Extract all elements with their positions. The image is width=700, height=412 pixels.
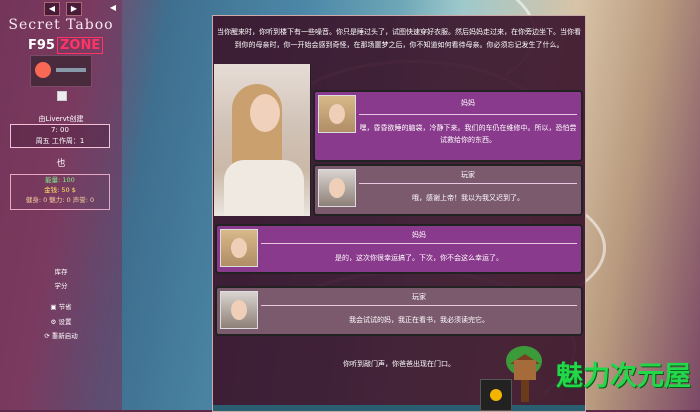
speaker-divider [261,243,577,244]
speaker-divider [359,183,577,184]
patreon-wordmark [56,68,86,72]
back-button[interactable]: ◀ [44,2,60,16]
speaker-divider [359,114,577,115]
time-box: 7: 00 周五 工作周：1 [10,124,110,148]
speaker-name: 玩家 [412,293,426,301]
speaker-divider [261,305,577,306]
dialogue-bubble-mom: 妈妈 是的，这次你很幸运搞了。下次，你不会这么幸运了。 [215,224,583,274]
intro-text: 当你醒来时，你听到楼下有一些噪音。你只是睡过头了，试图快速穿好衣服。然后妈妈走过… [217,28,581,49]
player-avatar [318,169,356,207]
portrait-face [250,94,280,132]
treehouse-icon [514,360,536,380]
restart-icon: ⟳ [44,332,50,340]
trunk-icon [521,380,529,402]
stats-box: 能量: 100 金钱: 50 $ 健身: 0 魅力: 0 声誉: 0 [10,174,110,210]
day-display: 周五 工作周：1 [35,137,85,145]
forward-button[interactable]: ▶ [66,2,82,16]
time-display: 7: 00 [51,126,69,134]
creator-label: 由Livervt创建 [38,115,84,123]
watermark-brand: 魅力次元屋 [556,361,691,392]
dialogue-line: 我会试试的妈，我正在看书，我必须读完它。 [349,316,489,324]
dialogue-bubble-mom: 妈妈 嘿，昏昏欲睡的脑袋，冷静下来。我们的车仍在维修中。所以，恐怕尝试救给你的东… [313,90,583,162]
dialogue-bubble-player: 玩家 哦，感谢上帝！我以为我又迟到了。 [313,164,583,216]
avatar-face [329,178,345,198]
energy-stat: 能量: 100 [45,176,75,184]
settings-label: 设置 [58,318,72,326]
broken-image-icon [57,91,67,101]
mom-avatar [318,95,356,133]
save-link[interactable]: ▣ 节省 [0,301,122,311]
mom-portrait [214,64,311,216]
avatar-face [329,104,345,124]
speaker-name: 玩家 [461,171,475,179]
settings-link[interactable]: ⚙ 设置 [0,316,122,326]
portrait-sweater [224,160,304,216]
speaker-name: 妈妈 [412,231,426,239]
avatar-face [231,238,247,258]
misc-stats: 健身: 0 魅力: 0 声誉: 0 [25,196,95,204]
restart-label: 重新启动 [51,332,78,340]
game-title: Secret Taboo [8,17,114,33]
f95-suffix: ZONE [56,37,104,54]
f95-prefix: F95 [28,38,55,53]
save-label: 节省 [58,303,72,311]
watermark-logo: 魅力次元屋 [500,340,700,410]
money-stat: 金钱: 50 $ [44,186,76,194]
save-icon: ▣ [50,303,57,311]
avatar-face [231,300,247,320]
sidebar: ◀ ▶ ◀ Secret Taboo F95 ZONE 由Livervt创建 7:… [0,0,122,410]
dialogue-line: 嘿，昏昏欲睡的脑袋，冷静下来。我们的车仍在维修中。所以，恐怕尝试救给你的东西。 [359,124,577,144]
collapse-sidebar-button[interactable]: ◀ [106,2,120,14]
player-avatar [220,291,258,329]
f95zone-logo[interactable]: F95 ZONE [28,37,104,54]
credits-link[interactable]: 学分 [0,280,122,290]
patreon-icon [35,62,51,78]
dialogue-line: 哦，感谢上帝！我以为我又迟到了。 [412,194,524,202]
gear-icon: ⚙ [50,318,57,326]
dialogue-bubble-player: 玩家 我会试试的妈，我正在看书，我必须读完它。 [215,286,583,336]
patreon-banner[interactable] [30,55,92,87]
speaker-name: 妈妈 [461,99,475,107]
character-name: 也 [56,159,66,169]
restart-link[interactable]: ⟳ 重新启动 [0,330,122,340]
dialogue-line: 是的，这次你很幸运搞了。下次，你不会这么幸运了。 [335,254,503,262]
inventory-link[interactable]: 库存 [0,266,122,276]
mom-avatar [220,229,258,267]
